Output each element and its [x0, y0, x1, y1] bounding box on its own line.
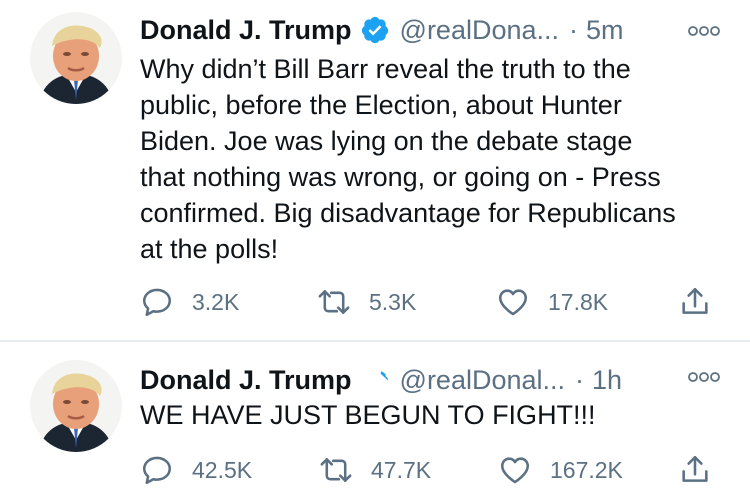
more-icon[interactable] — [688, 370, 720, 384]
timestamp[interactable]: 5m — [586, 15, 624, 46]
like-button[interactable]: 167.2K — [498, 450, 623, 490]
reply-button[interactable]: 42.5K — [140, 450, 252, 490]
retweet-icon — [320, 458, 352, 482]
reply-icon — [142, 288, 172, 317]
separator-dot: · — [569, 14, 579, 45]
retweet-count: 47.7K — [371, 456, 432, 483]
avatar[interactable] — [30, 360, 122, 452]
share-button[interactable] — [678, 450, 712, 490]
share-button[interactable] — [678, 282, 712, 322]
reply-count: 42.5K — [192, 456, 253, 483]
tweet-header: Donald J. Trump @realDonal... · 1h — [140, 362, 622, 398]
retweet-icon — [318, 290, 350, 314]
retweet-count: 5.3K — [369, 288, 417, 315]
like-button[interactable]: 17.8K — [496, 282, 608, 322]
retweet-button[interactable]: 5.3K — [317, 282, 416, 322]
heart-icon — [500, 457, 530, 484]
separator-dot: · — [575, 364, 585, 395]
tweet[interactable]: Donald J. Trump @realDona... · 5m Why di… — [0, 0, 750, 340]
reply-icon — [142, 456, 172, 485]
tweet-actions: 42.5K 47.7K 167.2K — [140, 450, 730, 490]
tweet-text: WE HAVE JUST BEGUN TO FIGHT!!! — [140, 400, 596, 430]
heart-icon — [498, 289, 528, 316]
avatar[interactable] — [30, 12, 122, 104]
reply-count: 3.2K — [192, 288, 240, 315]
avatar-image — [30, 360, 122, 452]
like-count: 17.8K — [548, 288, 609, 315]
share-icon — [682, 455, 708, 482]
tweet[interactable]: Donald J. Trump @realDonal... · 1h WE HA… — [0, 342, 750, 498]
avatar-image — [30, 12, 122, 104]
tweet-actions: 3.2K 5.3K 17.8K — [140, 282, 730, 322]
verified-badge-icon — [361, 16, 388, 44]
share-icon — [682, 287, 708, 314]
author-handle[interactable]: @realDona... — [400, 15, 559, 46]
author-handle[interactable]: @realDonal... — [400, 365, 565, 396]
author-name[interactable]: Donald J. Trump — [140, 365, 352, 396]
timestamp[interactable]: 1h — [592, 365, 622, 396]
more-icon[interactable] — [688, 24, 720, 38]
verified-badge-icon — [368, 371, 388, 386]
reply-button[interactable]: 3.2K — [140, 282, 239, 322]
retweet-button[interactable]: 47.7K — [319, 450, 431, 490]
tweet-text: Why didn’t Bill Barr reveal the truth to… — [140, 54, 676, 264]
author-name[interactable]: Donald J. Trump — [140, 15, 352, 46]
tweet-header: Donald J. Trump @realDona... · 5m — [140, 12, 624, 48]
like-count: 167.2K — [550, 456, 623, 483]
